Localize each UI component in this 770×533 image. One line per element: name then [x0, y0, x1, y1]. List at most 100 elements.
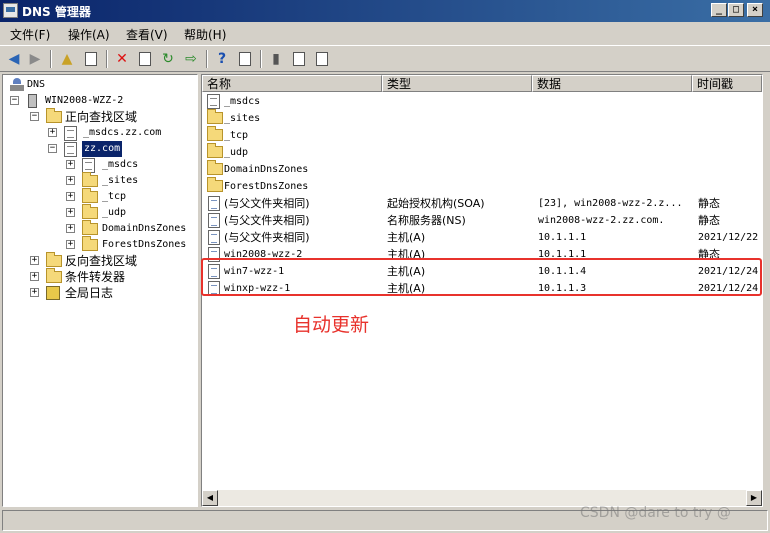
folder-icon	[207, 126, 223, 141]
record-icon	[208, 247, 220, 262]
list-item[interactable]: _tcp	[202, 126, 762, 144]
record-icon	[208, 213, 220, 228]
show-action-pane-icon[interactable]	[236, 50, 254, 68]
folder-icon	[207, 109, 223, 124]
maximize-button[interactable]: □	[728, 3, 744, 17]
tree-node-reverse-zones[interactable]: + 反向查找区域	[3, 252, 193, 269]
table-row[interactable]: (与父文件夹相同) 起始授权机构(SOA) [23], win2008-wzz-…	[202, 195, 762, 212]
help-icon[interactable]: ?	[213, 50, 231, 68]
folder-icon	[207, 177, 223, 192]
watermark: CSDN @dare to try @	[580, 505, 731, 521]
folder-icon	[82, 220, 98, 235]
back-icon[interactable]: ◀	[5, 50, 23, 68]
annotation-text: 自动更新	[293, 314, 370, 336]
folder-icon	[82, 236, 98, 251]
scroll-left-button[interactable]: ◀	[202, 490, 218, 506]
expand-icon[interactable]: +	[66, 208, 75, 217]
record-icon	[208, 196, 220, 211]
table-row[interactable]: (与父文件夹相同) 主机(A) 10.1.1.1 2021/12/22	[202, 229, 762, 246]
collapse-icon[interactable]: −	[48, 144, 57, 153]
expand-icon[interactable]: +	[48, 128, 57, 137]
records-list[interactable]: 名称 类型 数据 时间戳 _msdcs _sites _tcp _udp Dom…	[201, 74, 763, 507]
list-item[interactable]: _msdcs	[202, 93, 762, 110]
tree-node-domaindnszones[interactable]: + DomainDnsZones	[3, 220, 193, 237]
zone-icon	[64, 126, 77, 141]
folder-icon	[207, 143, 223, 158]
table-row[interactable]: (与父文件夹相同) 名称服务器(NS) win2008-wzz-2.zz.com…	[202, 212, 762, 229]
toolbar-separator	[206, 50, 208, 68]
list-item[interactable]: ForestDnsZones	[202, 177, 762, 195]
zone-icon	[64, 142, 77, 157]
expand-icon[interactable]: +	[66, 224, 75, 233]
menu-help[interactable]: 帮助(H)	[184, 26, 226, 43]
expand-icon[interactable]: +	[66, 240, 75, 249]
folder-icon	[82, 172, 98, 187]
delete-icon[interactable]: ✕	[113, 50, 131, 68]
folder-icon	[82, 204, 98, 219]
expand-icon[interactable]: +	[30, 288, 39, 297]
list-item[interactable]: _sites	[202, 109, 762, 127]
tree-node-forestdnszones[interactable]: + ForestDnsZones	[3, 236, 193, 253]
expand-icon[interactable]: +	[66, 192, 75, 201]
folder-icon	[46, 108, 62, 123]
menu-view[interactable]: 查看(V)	[126, 26, 168, 43]
tree-node-zz-zone[interactable]: − zz.com	[3, 141, 193, 157]
table-row[interactable]: winxp-wzz-1 主机(A) 10.1.1.3 2021/12/24	[202, 280, 762, 297]
minimize-button[interactable]: _	[711, 3, 727, 17]
record-icon	[208, 281, 220, 296]
title-bar: DNS 管理器 _ □ ×	[0, 0, 770, 22]
menu-action[interactable]: 操作(A)	[68, 26, 110, 43]
tree-node-tcp[interactable]: + _tcp	[3, 188, 193, 205]
expand-icon[interactable]: +	[30, 256, 39, 265]
tree-node-msdcs-zone[interactable]: + _msdcs.zz.com	[3, 125, 193, 141]
properties-icon[interactable]	[136, 50, 154, 68]
expand-icon[interactable]: +	[30, 272, 39, 281]
folder-icon	[82, 188, 98, 203]
column-header-type[interactable]: 类型	[382, 75, 532, 92]
scroll-right-button[interactable]: ▶	[746, 490, 762, 506]
expand-icon[interactable]: +	[66, 176, 75, 185]
toolbar: ◀ ▶ ▲ ✕ ↻ ⇨ ? ▮	[0, 45, 770, 72]
list-item[interactable]: DomainDnsZones	[202, 160, 762, 178]
column-header-timestamp[interactable]: 时间戳	[692, 75, 762, 92]
server-icon	[28, 94, 37, 108]
folder-icon	[46, 268, 62, 283]
tree-node-conditional-forwarders[interactable]: + 条件转发器	[3, 268, 193, 285]
collapse-icon[interactable]: −	[10, 96, 19, 105]
zone-icon	[82, 158, 95, 173]
table-row[interactable]: win7-wzz-1 主机(A) 10.1.1.4 2021/12/24	[202, 263, 762, 280]
collapse-icon[interactable]: −	[30, 112, 39, 121]
server-icon[interactable]: ▮	[267, 50, 285, 68]
toolbar-separator	[106, 50, 108, 68]
record-icon	[208, 264, 220, 279]
console-tree[interactable]: DNS − WIN2008-WZZ-2 − 正向查找区域 + _msdcs.zz…	[2, 74, 198, 507]
close-button[interactable]: ×	[747, 3, 763, 17]
tree-node-udp[interactable]: + _udp	[3, 204, 193, 221]
refresh-icon[interactable]: ↻	[159, 50, 177, 68]
show-tree-icon[interactable]	[82, 50, 100, 68]
column-header-data[interactable]: 数据	[532, 75, 692, 92]
toolbar-separator	[260, 50, 262, 68]
toolbar-separator	[50, 50, 52, 68]
tree-node-forward-zones[interactable]: − 正向查找区域	[3, 108, 193, 125]
tree-node-dns[interactable]: DNS	[3, 77, 193, 93]
export-list-icon[interactable]: ⇨	[182, 50, 200, 68]
tree-node-server[interactable]: − WIN2008-WZZ-2	[3, 93, 193, 109]
record-icon	[208, 230, 220, 245]
column-header-name[interactable]: 名称	[202, 75, 382, 92]
forward-icon[interactable]: ▶	[26, 50, 44, 68]
tree-node-global-logs[interactable]: + 全局日志	[3, 285, 193, 301]
up-folder-icon[interactable]: ▲	[58, 50, 76, 68]
list-item[interactable]: _udp	[202, 143, 762, 161]
expand-icon[interactable]: +	[66, 160, 75, 169]
dns-server-icon	[10, 78, 24, 92]
horizontal-scrollbar[interactable]: ◀ ▶	[202, 490, 762, 506]
new-record-icon[interactable]	[290, 50, 308, 68]
copy-record-icon[interactable]	[313, 50, 331, 68]
window-title: DNS 管理器	[22, 5, 91, 19]
menu-file[interactable]: 文件(F)	[10, 26, 50, 43]
tree-node-msdcs[interactable]: + _msdcs	[3, 157, 193, 173]
table-row[interactable]: win2008-wzz-2 主机(A) 10.1.1.1 静态	[202, 246, 762, 263]
dns-app-icon	[3, 3, 18, 18]
tree-node-sites[interactable]: + _sites	[3, 172, 193, 189]
